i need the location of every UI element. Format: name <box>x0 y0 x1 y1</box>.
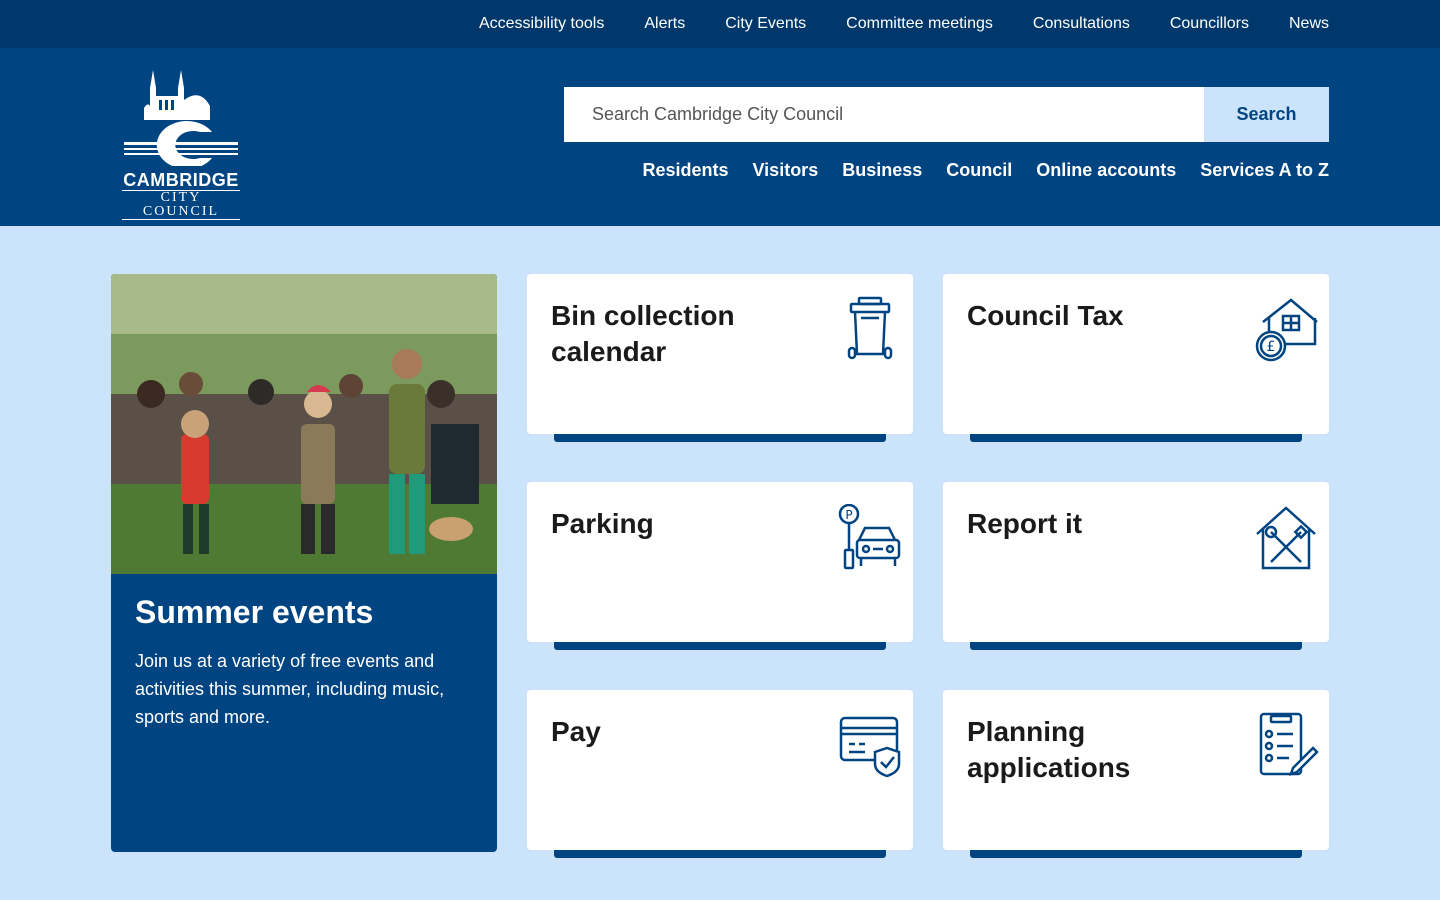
report-it-icon <box>1256 506 1316 570</box>
nav-residents[interactable]: Residents <box>642 160 728 181</box>
card-report-it[interactable]: Report it <box>943 482 1329 650</box>
utility-link-city-events[interactable]: City Events <box>725 15 806 33</box>
feature-body: Summer events Join us at a variety of fr… <box>111 574 497 751</box>
card-title: Pay <box>551 716 601 747</box>
nav-council[interactable]: Council <box>946 160 1012 181</box>
site-header: CAMBRIDGE CITY COUNCIL Search Residents … <box>0 48 1440 226</box>
photo-illustration <box>111 274 497 574</box>
card-title: Bin collection calendar <box>551 300 735 367</box>
feature-card-summer-events[interactable]: Summer events Join us at a variety of fr… <box>111 274 497 852</box>
logo-text-secondary: CITY COUNCIL <box>122 190 240 220</box>
card-bin-collection-calendar[interactable]: Bin collection calendar <box>527 274 913 442</box>
logo-text-primary: CAMBRIDGE <box>123 170 239 190</box>
search-input[interactable] <box>564 87 1204 142</box>
svg-text:P: P <box>845 508 852 522</box>
feature-description: Join us at a variety of free events and … <box>135 651 445 727</box>
utility-link-consultations[interactable]: Consultations <box>1033 15 1130 33</box>
utility-nav: Accessibility tools Alerts City Events C… <box>0 0 1440 48</box>
card-title: Planning applications <box>967 716 1131 783</box>
card-pay[interactable]: Pay <box>527 690 913 858</box>
logo-emblem-icon <box>124 70 238 169</box>
card-title: Report it <box>967 508 1083 539</box>
parking-icon: P <box>838 504 901 570</box>
utility-link-councillors[interactable]: Councillors <box>1170 15 1249 33</box>
nav-online-accounts[interactable]: Online accounts <box>1036 160 1176 181</box>
card-title: Council Tax <box>967 300 1124 331</box>
card-council-tax[interactable]: Council Tax £ <box>943 274 1329 442</box>
svg-text:£: £ <box>1267 339 1276 355</box>
utility-link-alerts[interactable]: Alerts <box>644 15 685 33</box>
main-nav: Residents Visitors Business Council Onli… <box>618 160 1329 181</box>
bin-icon <box>847 296 893 360</box>
planning-checklist-icon <box>1259 712 1319 776</box>
feature-photo <box>111 274 497 574</box>
payment-card-icon <box>839 716 901 778</box>
council-tax-icon: £ <box>1255 298 1318 362</box>
utility-link-news[interactable]: News <box>1289 15 1329 33</box>
search-button[interactable]: Search <box>1204 87 1329 142</box>
card-planning-applications[interactable]: Planning applications <box>943 690 1329 858</box>
nav-services-a-to-z[interactable]: Services A to Z <box>1200 160 1329 181</box>
utility-link-accessibility-tools[interactable]: Accessibility tools <box>479 15 604 33</box>
nav-visitors[interactable]: Visitors <box>753 160 819 181</box>
feature-title: Summer events <box>135 594 374 630</box>
council-logo[interactable]: CAMBRIDGE CITY COUNCIL <box>122 66 240 220</box>
utility-link-committee-meetings[interactable]: Committee meetings <box>846 15 993 33</box>
card-parking[interactable]: Parking P <box>527 482 913 650</box>
card-title: Parking <box>551 508 654 539</box>
search-form: Search <box>564 87 1329 142</box>
nav-business[interactable]: Business <box>842 160 922 181</box>
